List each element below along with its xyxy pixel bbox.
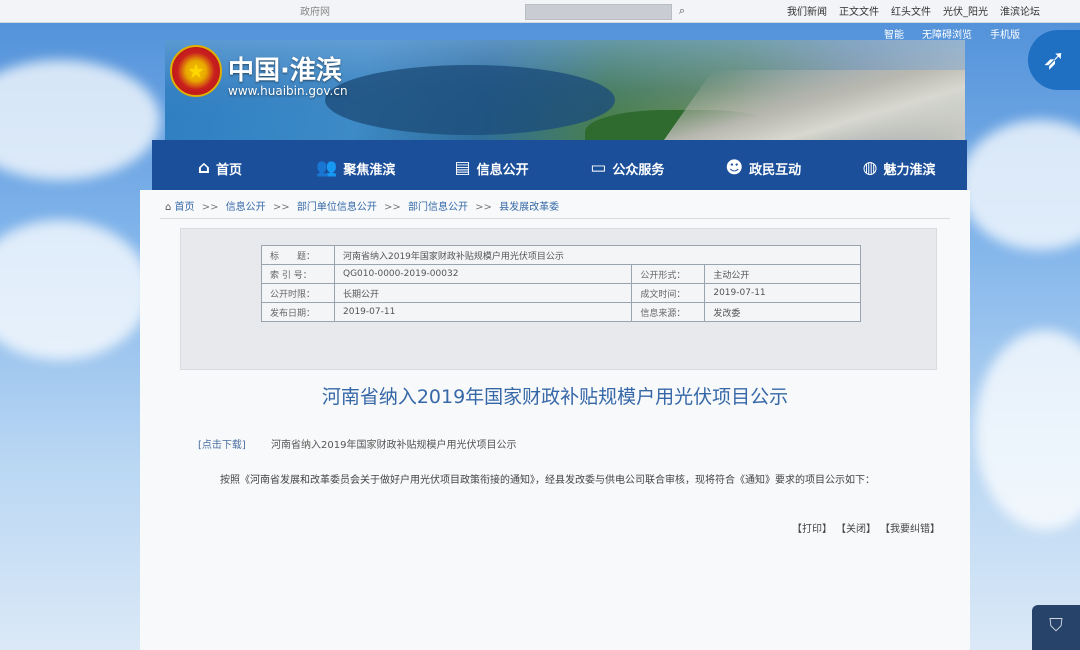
breadcrumb-separator: >>: [384, 202, 401, 213]
cloud: [0, 60, 160, 180]
banner-road: [656, 70, 965, 150]
nav-item-focus[interactable]: 👥 聚焦淮滨: [288, 148, 424, 188]
breadcrumb-home-icon: ⌂: [165, 202, 172, 213]
top-link[interactable]: 光伏_阳光: [943, 3, 988, 18]
meta-value: 长期公开: [333, 283, 633, 303]
cloud: [975, 330, 1080, 530]
top-faint-link[interactable]: 政府网: [300, 3, 330, 18]
search-icon[interactable]: ⌕: [673, 4, 691, 20]
site-link-accessibility[interactable]: 无障碍浏览: [922, 26, 972, 41]
top-link[interactable]: 正文文件: [839, 3, 879, 18]
people-icon: 👥: [316, 158, 338, 178]
meta-label: 公开时限：: [261, 283, 335, 303]
breadcrumb-separator: >>: [475, 202, 492, 213]
nav-item-interaction[interactable]: ☻ 政民互动: [695, 148, 831, 188]
meta-panel: 标 题： 河南省纳入2019年国家财政补贴规模户用光伏项目公示 索 引 号： Q…: [180, 228, 937, 370]
national-emblem-icon: ★: [170, 45, 222, 97]
meta-label: 发布日期：: [261, 302, 335, 322]
user-chat-icon: ☻: [725, 158, 744, 178]
cloud: [960, 120, 1080, 250]
site-link-smart[interactable]: 智能: [884, 26, 904, 41]
meta-value: QG010-0000-2019-00032: [333, 264, 633, 284]
site-logo-text[interactable]: 中国·淮滨: [228, 50, 342, 87]
document-icon: ▤: [454, 158, 471, 178]
top-search-input[interactable]: [525, 4, 672, 20]
breadcrumb-separator: >>: [272, 202, 290, 213]
nav-item-label: 政民互动: [749, 162, 802, 178]
top-link[interactable]: 淮滨论坛: [1000, 3, 1040, 18]
print-button[interactable]: 【打印】: [792, 520, 832, 535]
table-row: 发布日期： 2019-07-11 信息来源： 发改委: [261, 302, 861, 322]
nav-item-label: 聚焦淮滨: [343, 162, 396, 178]
divider: [160, 218, 950, 219]
table-row: 索 引 号： QG010-0000-2019-00032 公开形式： 主动公开: [261, 264, 861, 284]
cloud: [0, 220, 150, 360]
top-toolbar: 政府网 ⌕ 我们新闻 正文文件 红头文件 光伏_阳光 淮滨论坛: [0, 0, 1080, 23]
breadcrumb: ⌂ 首页 >> 信息公开 >> 部门单位信息公开 >> 部门信息公开 >> 县发…: [165, 198, 559, 213]
bird-icon[interactable]: ➶: [1028, 30, 1080, 90]
article-actions: 【打印】 【关闭】 【我要纠错】: [792, 520, 940, 535]
site-url: www.huaibin.gov.cn: [228, 84, 348, 98]
nav-item-charm[interactable]: ◍ 魅力淮滨: [831, 148, 967, 188]
top-links: 我们新闻 正文文件 红头文件 光伏_阳光 淮滨论坛: [787, 3, 1040, 18]
meta-table: 标 题： 河南省纳入2019年国家财政补贴规模户用光伏项目公示 索 引 号： Q…: [261, 245, 861, 322]
article-title: 河南省纳入2019年国家财政补贴规模户用光伏项目公示: [321, 386, 789, 408]
meta-value: 发改委: [704, 302, 861, 322]
meta-value: 2019-07-11: [333, 302, 633, 322]
site-link-mobile[interactable]: 手机版: [990, 26, 1020, 41]
table-row: 公开时限： 长期公开 成文时间： 2019-07-11: [261, 283, 861, 303]
content-card: ⌂ 首页 >> 信息公开 >> 部门单位信息公开 >> 部门信息公开 >> 县发…: [140, 190, 970, 650]
breadcrumb-item[interactable]: 县发展改革委: [499, 202, 559, 213]
globe-icon: ◍: [862, 158, 878, 178]
download-tag: [点击下载]: [198, 440, 246, 451]
banner-lake: [325, 65, 615, 135]
meta-value: 主动公开: [704, 264, 861, 284]
download-row: [点击下载] 河南省纳入2019年国家财政补贴规模户用光伏项目公示: [198, 436, 516, 451]
breadcrumb-item[interactable]: 部门信息公开: [408, 202, 468, 213]
nav-item-info-open[interactable]: ▤ 信息公开: [424, 148, 560, 188]
breadcrumb-separator: >>: [201, 202, 219, 213]
shield-icon[interactable]: ⛉: [1032, 605, 1080, 650]
nav-item-home[interactable]: ⌂ 首页: [152, 148, 288, 188]
nav-item-label: 信息公开: [476, 162, 529, 178]
nav-item-label: 公众服务: [612, 162, 665, 178]
nav-item-label: 首页: [215, 162, 242, 178]
breadcrumb-item[interactable]: 首页: [175, 202, 195, 213]
close-button[interactable]: 【关闭】: [836, 520, 876, 535]
meta-label: 成文时间：: [631, 283, 706, 303]
breadcrumb-item[interactable]: 信息公开: [226, 202, 266, 213]
breadcrumb-item[interactable]: 部门单位信息公开: [297, 202, 377, 213]
nav-item-label: 魅力淮滨: [883, 162, 936, 178]
table-row: 标 题： 河南省纳入2019年国家财政补贴规模户用光伏项目公示: [261, 245, 861, 265]
article-paragraph: 按照《河南省发展和改革委员会关于做好户用光伏项目政策衔接的通知》，经县发改委与供…: [220, 475, 875, 486]
monitor-icon: ▭: [590, 158, 607, 178]
meta-label: 索 引 号：: [261, 264, 335, 284]
meta-value: 河南省纳入2019年国家财政补贴规模户用光伏项目公示: [334, 245, 861, 265]
meta-label: 标 题：: [261, 245, 335, 265]
meta-label: 公开形式：: [631, 264, 706, 284]
nav-item-public-service[interactable]: ▭ 公众服务: [559, 148, 695, 188]
top-link[interactable]: 红头文件: [891, 3, 931, 18]
report-error-button[interactable]: 【我要纠错】: [880, 520, 940, 535]
meta-value: 2019-07-11: [704, 283, 861, 303]
top-link[interactable]: 我们新闻: [787, 3, 827, 18]
meta-label: 信息来源：: [631, 302, 706, 322]
home-icon: ⌂: [197, 158, 210, 178]
download-link[interactable]: 河南省纳入2019年国家财政补贴规模户用光伏项目公示: [271, 440, 516, 451]
